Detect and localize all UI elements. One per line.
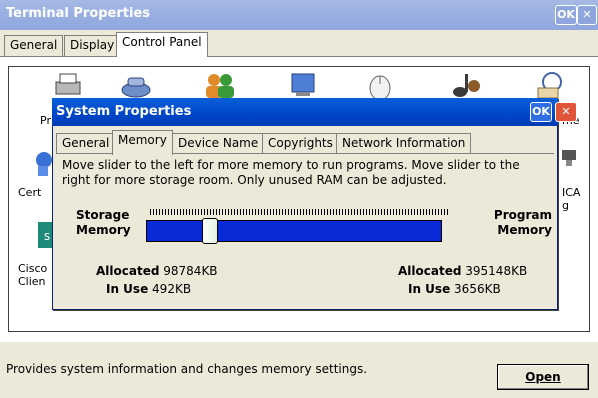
slider-ticks [150,209,450,215]
cp-label-certificates: Cert [18,186,42,199]
dialog-tab-device-name[interactable]: Device Name [172,133,265,154]
dialog-ok-button[interactable]: OK [530,102,552,122]
outer-title-bar: Terminal Properties OK ✕ [0,0,598,30]
program-in-use-row: In Use 3656KB [408,282,501,296]
users-icon[interactable] [202,70,238,100]
computer-icon[interactable] [286,70,322,100]
storage-in-use-value: 492KB [152,282,192,296]
memory-slider-track[interactable] [146,220,442,242]
program-allocated-value: 395148KB [465,264,528,278]
dialog-tab-general[interactable]: General [56,133,116,154]
storage-allocated-value: 98784KB [163,264,218,278]
storage-in-use-label: In Use [106,282,149,296]
mouse-icon[interactable] [362,70,398,100]
outer-window-title: Terminal Properties [6,6,151,21]
dialog-close-button[interactable]: ✕ [555,102,577,122]
program-in-use-value: 3656KB [454,282,501,296]
printer-icon[interactable] [50,70,86,100]
dialog-tab-strip: General Memory Device Name Copyrights Ne… [54,130,554,155]
tab-control-panel[interactable]: Control Panel [116,32,208,57]
storage-allocated-row: Allocated 98784KB [96,264,218,278]
svg-text:s: s [44,229,50,243]
dialog-tab-network-information[interactable]: Network Information [336,133,472,154]
program-allocated-row: Allocated 395148KB [398,264,527,278]
open-button[interactable]: Open [497,364,589,390]
ica-icon[interactable] [558,148,582,178]
dialog-title-bar: System Properties OK ✕ [52,98,577,126]
tab-general[interactable]: General [4,35,64,56]
tab-display[interactable]: Display [64,35,121,56]
outer-tab-strip: General Display Control Panel [0,32,598,57]
storage-memory-label: Storage Memory [76,208,131,237]
storage-allocated-label: Allocated [96,264,160,278]
program-in-use-label: In Use [408,282,451,296]
memory-slider-thumb[interactable] [202,218,218,244]
storage-in-use-row: In Use 492KB [106,282,191,296]
outer-close-button[interactable]: ✕ [577,5,597,25]
dialog-tab-memory[interactable]: Memory [112,130,173,155]
status-description: Provides system information and changes … [6,362,368,376]
outer-ok-button[interactable]: OK [555,5,577,25]
cp-label-cisco: Cisco Clien [18,262,48,288]
dialog-tab-copyrights[interactable]: Copyrights [262,133,339,154]
clock-icon[interactable] [532,70,568,100]
program-allocated-label: Allocated [398,264,462,278]
cp-label-ica: ICA g [562,186,581,212]
keyboard-icon[interactable] [118,70,154,100]
program-memory-label: Program Memory [493,208,552,237]
dialog-title: System Properties [56,104,192,119]
certificate-icon[interactable] [30,150,54,180]
memory-description: Move slider to the left for more memory … [62,158,520,187]
music-note-icon[interactable] [448,70,484,100]
